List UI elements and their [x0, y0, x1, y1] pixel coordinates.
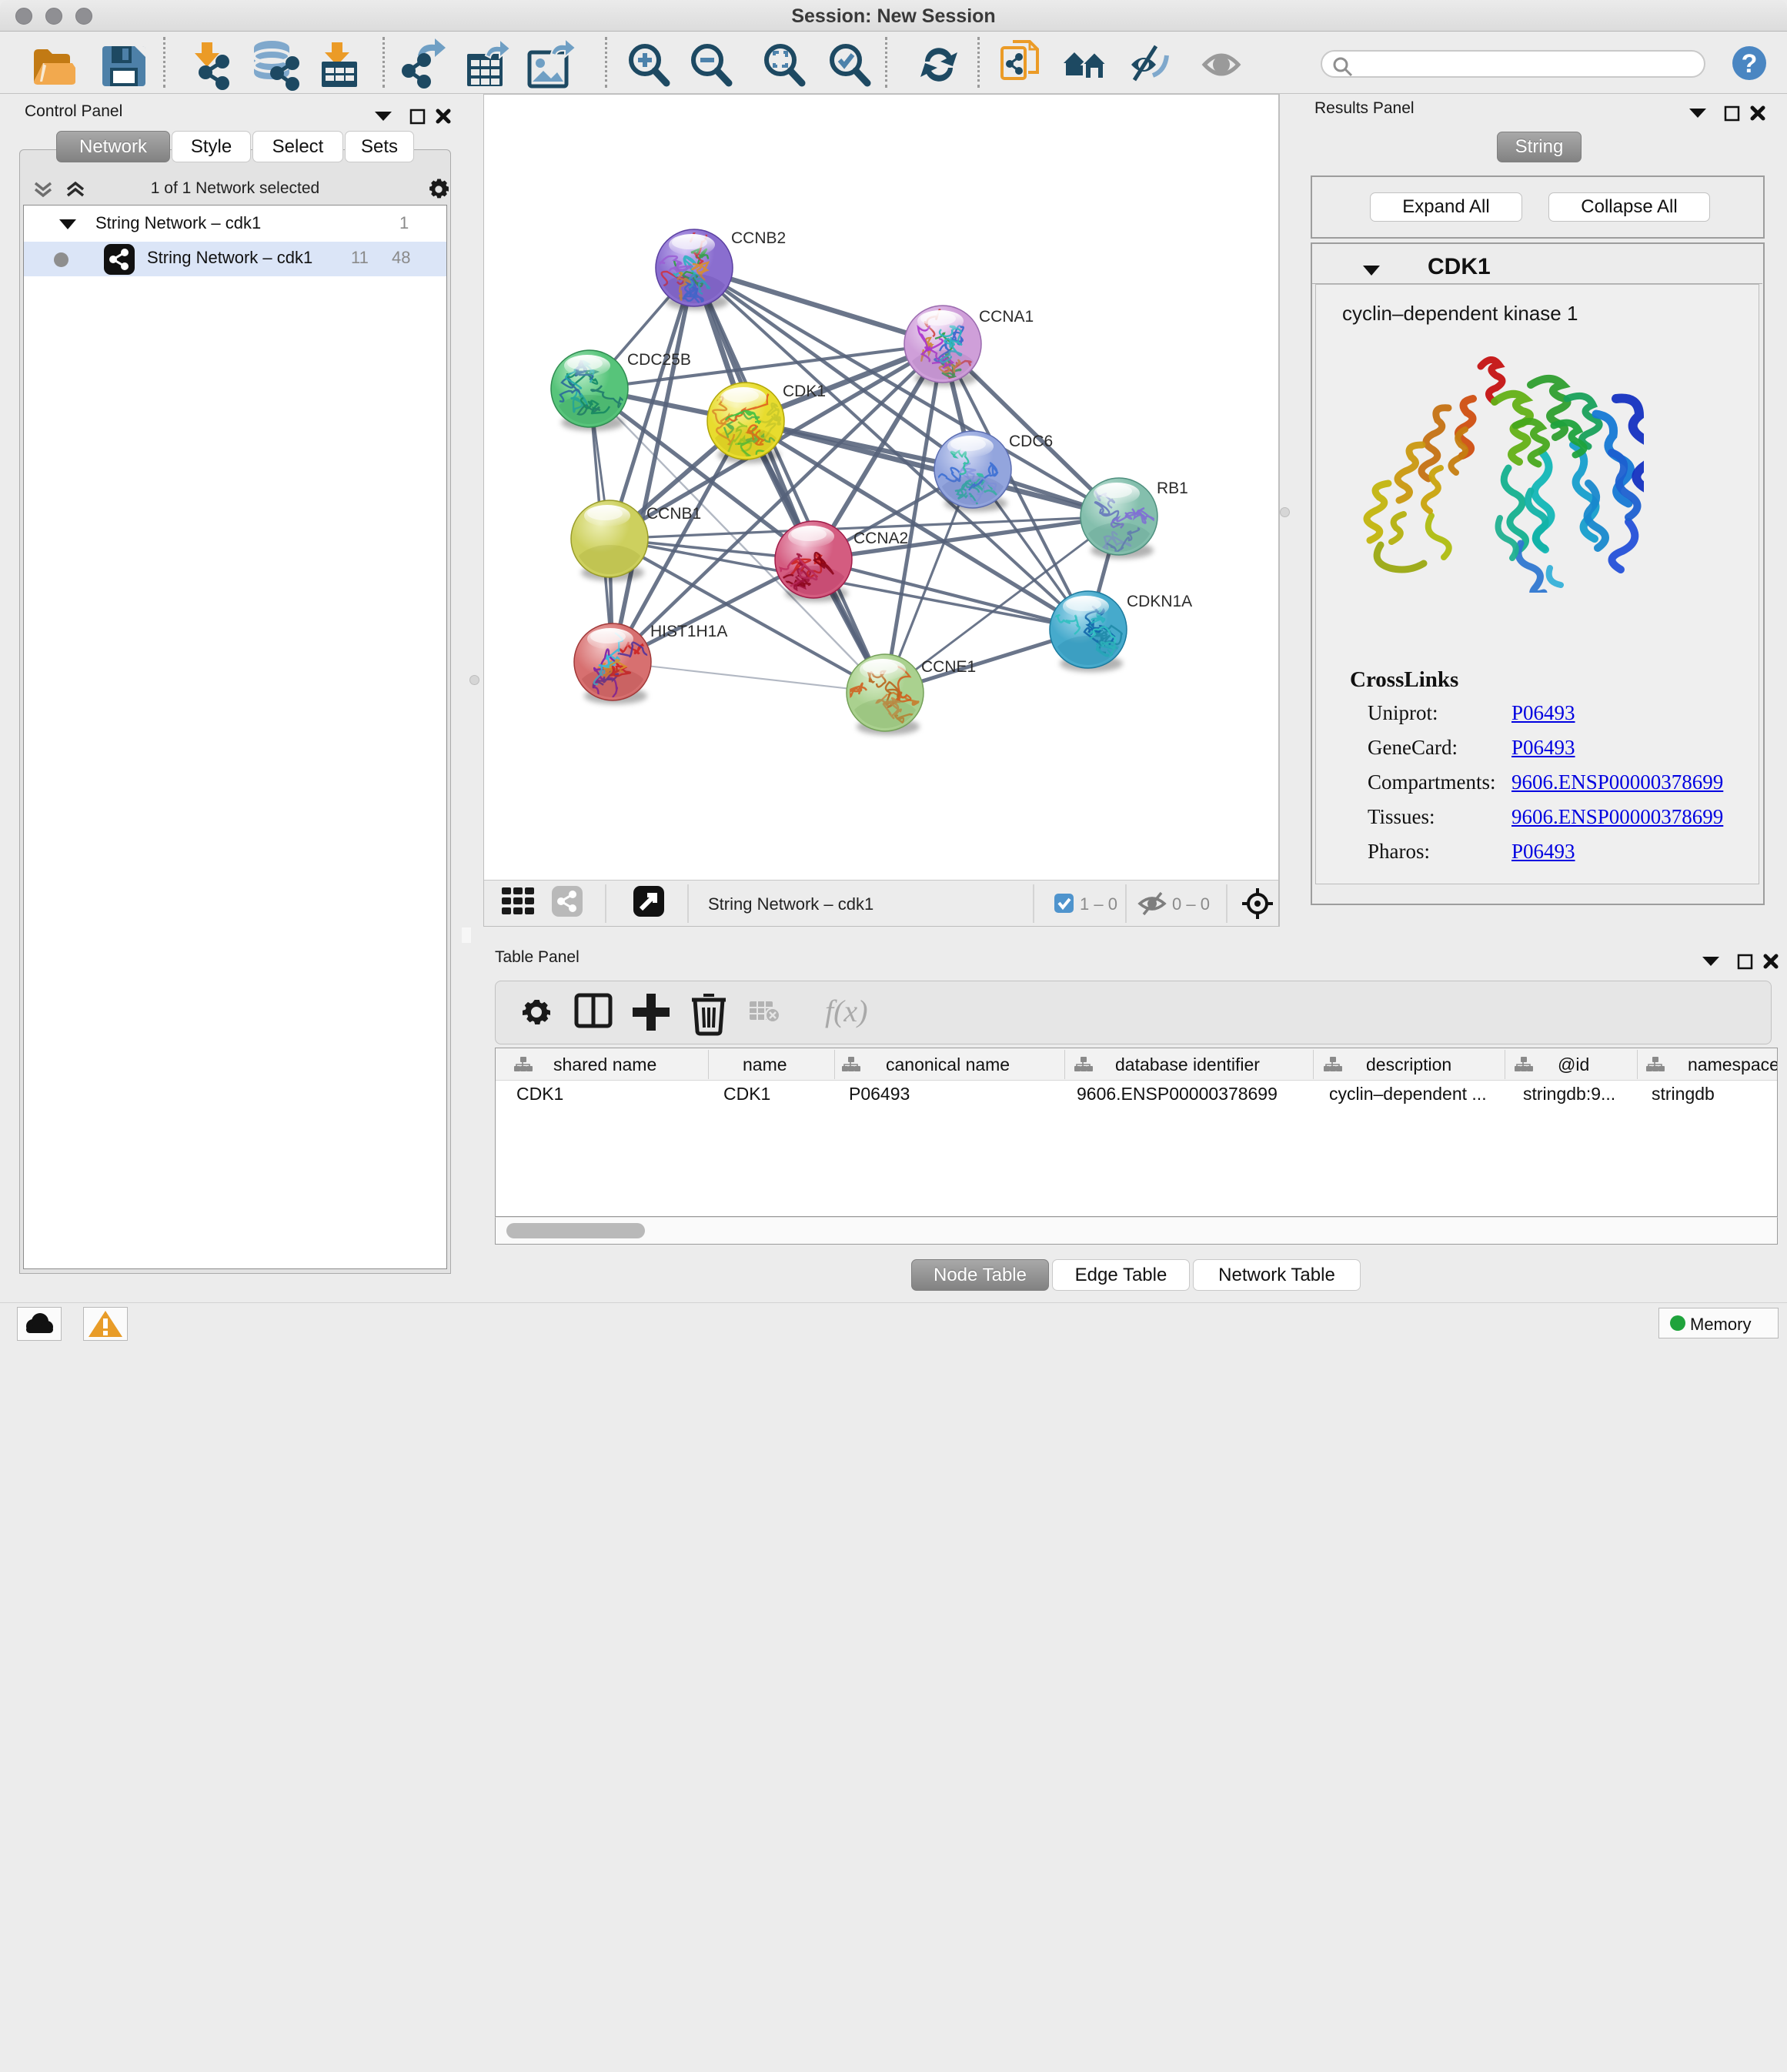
svg-text:1 – 0: 1 – 0	[1080, 894, 1117, 914]
svg-text:HIST1H1A: HIST1H1A	[650, 623, 727, 640]
svg-text:0 – 0: 0 – 0	[1172, 894, 1210, 914]
svg-text:?: ?	[1742, 49, 1758, 79]
svg-text:CCNA1: CCNA1	[979, 308, 1034, 326]
svg-text:CCNB1: CCNB1	[646, 505, 701, 523]
svg-text:CCNB2: CCNB2	[731, 229, 786, 247]
svg-text:String Network – cdk1: String Network – cdk1	[708, 894, 873, 914]
svg-text:CDC6: CDC6	[1009, 433, 1053, 450]
svg-text:CDC25B: CDC25B	[627, 351, 691, 369]
svg-text:CDKN1A: CDKN1A	[1127, 593, 1192, 610]
svg-text:CDK1: CDK1	[783, 383, 826, 400]
svg-text:CCNE1: CCNE1	[921, 658, 976, 676]
svg-text:f(x): f(x)	[825, 994, 868, 1028]
svg-text:RB1: RB1	[1157, 480, 1188, 497]
svg-text:CCNA2: CCNA2	[853, 530, 908, 547]
